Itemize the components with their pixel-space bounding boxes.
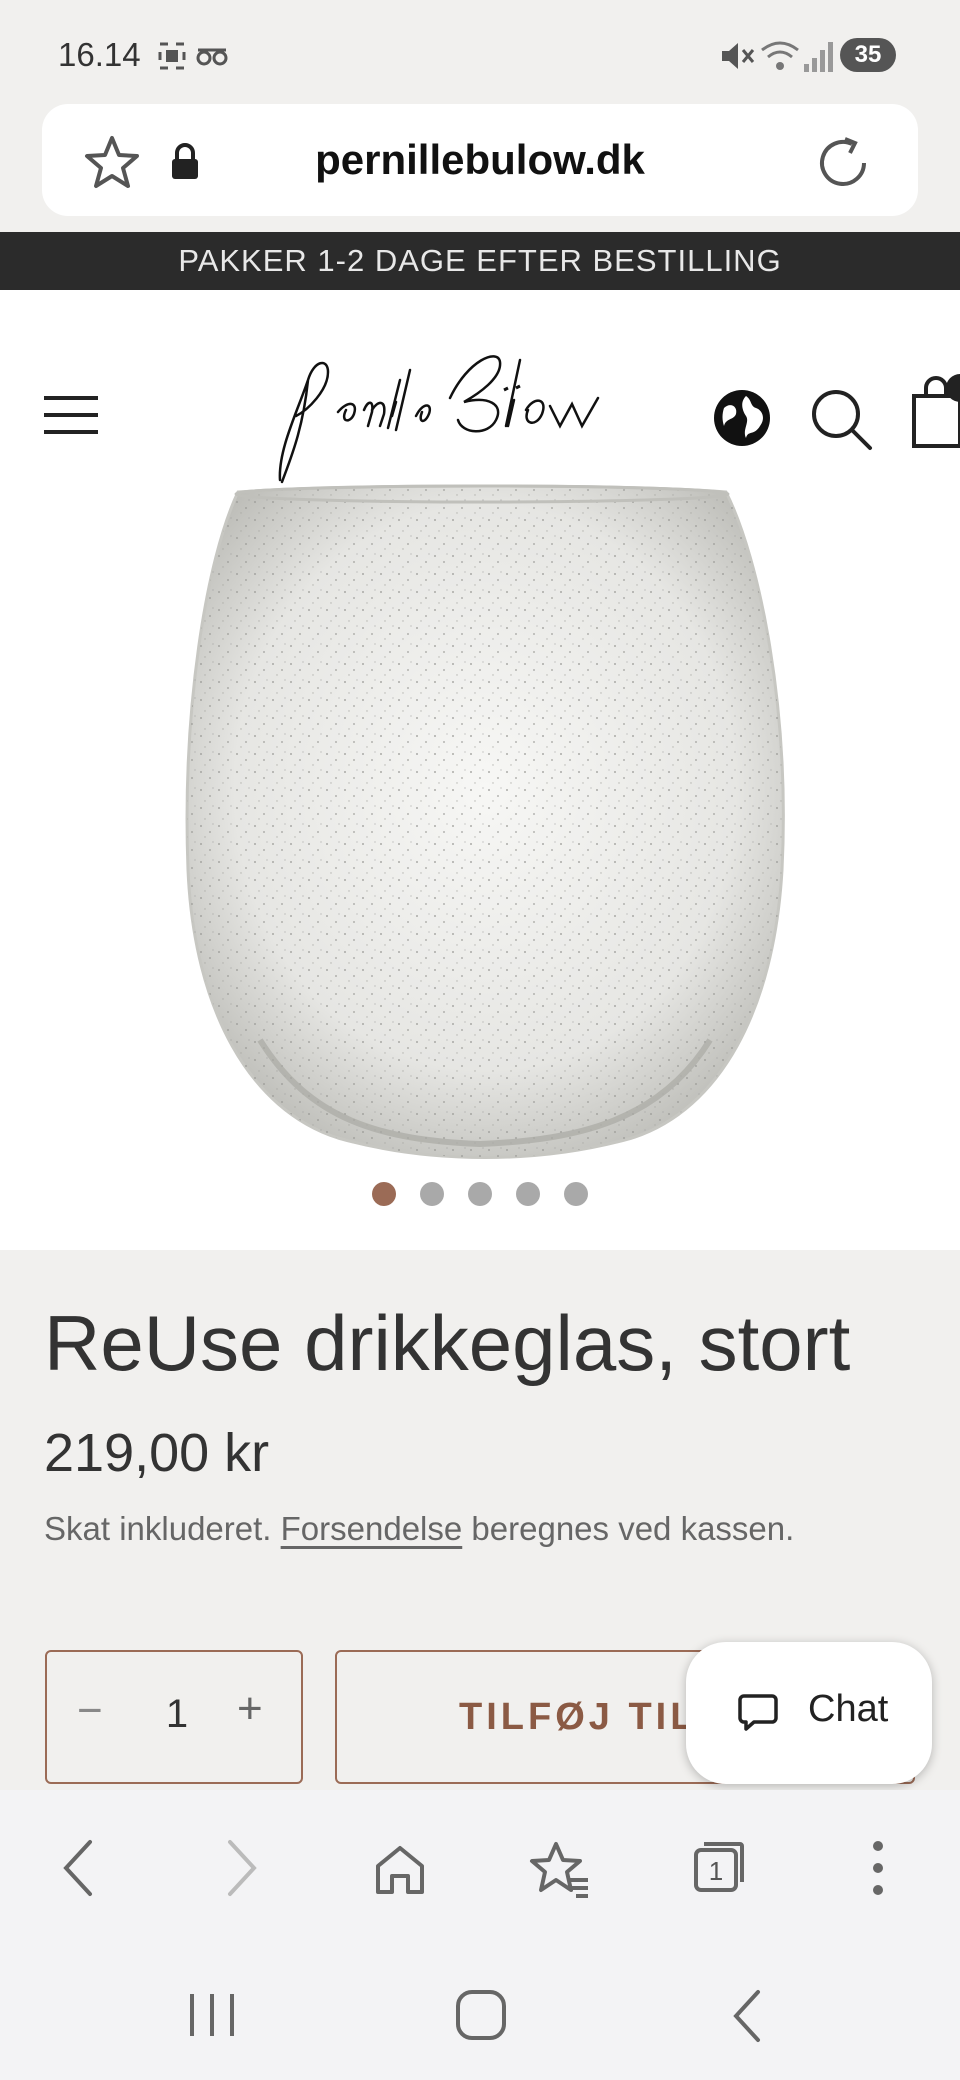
- status-notification-icons: [158, 42, 228, 70]
- product-title: ReUse drikkeglas, stort: [44, 1299, 851, 1387]
- chat-bubble-icon: [738, 1694, 778, 1731]
- carousel-dot[interactable]: [468, 1182, 492, 1206]
- announcement-bar: PAKKER 1-2 DAGE EFTER BESTILLING: [0, 232, 960, 290]
- chat-label: Chat: [808, 1688, 889, 1730]
- tax-suffix: beregnes ved kassen.: [471, 1510, 795, 1547]
- carousel-dot[interactable]: [564, 1182, 588, 1206]
- forward-icon[interactable]: [222, 1838, 262, 1898]
- browser-bottom-bar: 1: [0, 1790, 960, 2080]
- address-bar[interactable]: pernillebulow.dk: [42, 104, 918, 216]
- hamburger-menu-icon[interactable]: [44, 394, 100, 436]
- search-icon[interactable]: [810, 388, 874, 452]
- status-clock: 16.14: [58, 36, 141, 73]
- home-icon[interactable]: [372, 1842, 428, 1898]
- shipping-link[interactable]: Forsendelse: [281, 1510, 463, 1547]
- url-text[interactable]: pernillebulow.dk: [42, 104, 918, 216]
- tab-count: 1: [708, 1856, 724, 1886]
- back-icon[interactable]: [58, 1838, 98, 1898]
- chat-button[interactable]: Chat: [686, 1642, 932, 1784]
- cart-icon[interactable]: [910, 372, 960, 452]
- battery-indicator: 35: [840, 38, 896, 72]
- product-price: 219,00 kr: [44, 1423, 270, 1483]
- reload-icon[interactable]: [814, 134, 872, 192]
- carousel-dot[interactable]: [372, 1182, 396, 1206]
- product-image-glass[interactable]: [180, 480, 790, 1160]
- status-bar: 16.14 35: [0, 0, 960, 108]
- site-logo[interactable]: [268, 340, 688, 490]
- tax-prefix: Skat inkluderet.: [44, 1510, 272, 1547]
- more-menu-icon[interactable]: [868, 1838, 888, 1898]
- bookmarks-icon[interactable]: [528, 1840, 592, 1900]
- quantity-decrease-button[interactable]: −: [77, 1686, 103, 1736]
- quantity-value[interactable]: 1: [157, 1692, 197, 1737]
- recent-apps-icon[interactable]: [186, 1990, 238, 2040]
- carousel-dot[interactable]: [420, 1182, 444, 1206]
- system-home-icon[interactable]: [454, 1988, 508, 2042]
- tabs-button[interactable]: 1: [692, 1840, 746, 1894]
- quantity-increase-button[interactable]: +: [237, 1684, 263, 1734]
- quantity-stepper[interactable]: − 1 +: [45, 1650, 303, 1784]
- signal-icon: [804, 42, 833, 72]
- mute-icon: [722, 43, 755, 69]
- globe-icon[interactable]: [710, 386, 774, 450]
- carousel-dot[interactable]: [516, 1182, 540, 1206]
- wifi-icon: [761, 41, 799, 70]
- tax-note: Skat inkluderet. Forsendelse beregnes ve…: [44, 1510, 794, 1548]
- system-back-icon[interactable]: [728, 1988, 768, 2044]
